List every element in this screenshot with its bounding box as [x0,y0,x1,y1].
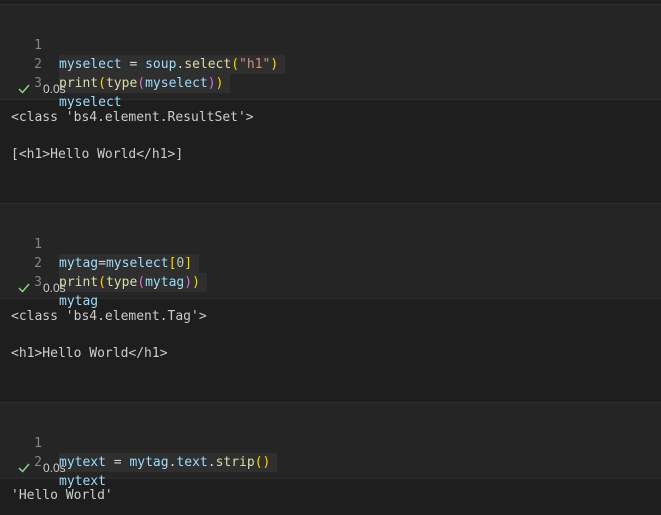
token: type [105,76,138,91]
token: ) [184,275,193,290]
cell-output: <class 'bs4.element.ResultSet'> [11,110,254,125]
token: ( [137,275,146,290]
token: = [105,455,130,470]
code-line[interactable]: 3 mytag [0,254,661,309]
token: mytag [129,455,169,470]
token: . [207,455,216,470]
execution-time: 0.0s [43,82,66,96]
code-text[interactable]: mytext = mytag.text.strip() [59,453,278,472]
token: ) [192,275,200,290]
code-line[interactable]: 2 print(type(mytag)) [0,235,661,292]
code-line[interactable]: 1 mytag=myselect[0] [0,216,661,273]
token: ) [207,76,216,91]
token: ) [215,76,224,91]
code-line[interactable]: 2 print(type(myselect)) [0,36,661,93]
code-text[interactable]: print(type(mytag)) [59,273,207,292]
token: text [176,455,208,470]
code-line[interactable]: 3 myselect [0,55,661,110]
cell-output: <class 'bs4.element.Tag'> [11,309,207,324]
cell-output: 'Hello World' [11,488,113,503]
code-line[interactable]: 1 mytext = mytag.text.strip() [0,415,661,472]
token: ( [98,76,106,91]
token: myselect [145,76,208,91]
cell-output: <h1>Hello World</h1> [11,346,168,361]
token: mytext [59,455,106,470]
code-cell-2[interactable]: 1 mytag=myselect[0] 2 print(type(mytag))… [0,203,661,309]
token: ( [137,76,146,91]
execution-time: 0.0s [43,281,66,295]
code-cell-3[interactable]: 1 mytext = mytag.text.strip() 2 mytext 0… [0,402,661,489]
token: mytag [145,275,185,290]
token: ( [98,275,106,290]
check-icon [18,463,30,473]
code-text[interactable]: print(type(myselect)) [59,74,231,93]
token: strip [215,455,255,470]
code-line[interactable]: 2 mytext [0,434,661,489]
check-icon [18,84,30,94]
execution-time: 0.0s [43,461,66,475]
code-cell-1[interactable]: 1 myselect = soup.select("h1") 2 print(t… [0,4,661,110]
token: type [105,275,138,290]
check-icon [18,283,30,293]
cell-output: [<h1>Hello World</h1>] [11,147,184,162]
token: () [254,455,271,470]
code-line[interactable]: 1 myselect = soup.select("h1") [0,17,661,74]
